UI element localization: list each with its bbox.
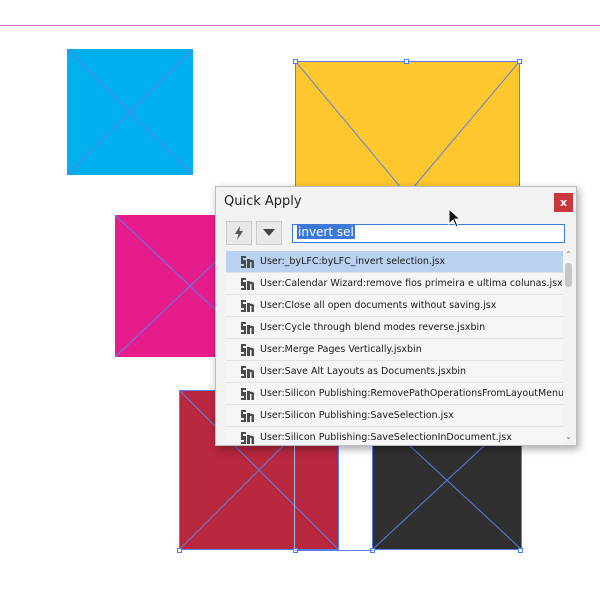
list-item-label: User:Save Alt Layouts as Documents.jsxbi… (260, 366, 467, 377)
list-item[interactable]: User:Silicon Publishing:SaveSelectionInD… (226, 427, 563, 445)
bolt-icon (235, 226, 243, 240)
yellow-frame[interactable] (295, 61, 520, 196)
list-item-label: User:Close all open documents without sa… (260, 300, 497, 311)
script-icon (241, 365, 254, 378)
list-item-label: User:Cycle through blend modes reverse.j… (260, 322, 486, 333)
script-icon (241, 431, 254, 444)
selection-handle[interactable] (518, 548, 523, 553)
selection-handle[interactable] (177, 548, 182, 553)
selection-handle[interactable] (293, 59, 298, 64)
bolt-button[interactable] (226, 221, 252, 245)
margin-guide (0, 25, 600, 26)
dark-frame[interactable] (372, 440, 522, 550)
triangle-down-icon (263, 229, 275, 236)
list-item[interactable]: User:Calendar Wizard:remove fios primeir… (226, 273, 563, 295)
script-icon (241, 321, 254, 334)
cyan-frame[interactable] (67, 49, 193, 175)
list-item-label: User:_byLFC:byLFC_invert selection.jsx (260, 256, 446, 267)
results-list: User:_byLFC:byLFC_invert selection.jsx U… (226, 251, 563, 445)
scroll-up-icon[interactable]: ⌃ (564, 251, 573, 259)
list-item[interactable]: User:Silicon Publishing:SaveSelection.js… (226, 405, 563, 427)
list-item[interactable]: User:_byLFC:byLFC_invert selection.jsx (226, 251, 563, 273)
search-value: invert sel (297, 225, 355, 239)
quick-apply-dialog: Quick Apply x invert sel User:_byLFC:byL… (215, 186, 577, 446)
selection-handle[interactable] (404, 59, 409, 64)
scroll-down-icon[interactable]: ⌄ (564, 433, 573, 441)
list-item[interactable]: User:Close all open documents without sa… (226, 295, 563, 317)
script-icon (241, 409, 254, 422)
list-item[interactable]: User:Silicon Publishing:RemovePathOperat… (226, 383, 563, 405)
search-input[interactable]: invert sel (292, 224, 565, 243)
script-icon (241, 277, 254, 290)
list-item-label: User:Silicon Publishing:SaveSelectionInD… (260, 432, 512, 443)
list-item[interactable]: User:Save Alt Layouts as Documents.jsxbi… (226, 361, 563, 383)
selection-handle[interactable] (517, 59, 522, 64)
list-item-label: User:Merge Pages Vertically.jsxbin (260, 344, 422, 355)
list-item-label: User:Silicon Publishing:SaveSelection.js… (260, 410, 454, 421)
options-dropdown-button[interactable] (256, 221, 282, 245)
list-scrollbar[interactable]: ⌃ ⌄ (563, 251, 574, 441)
list-item-label: User:Silicon Publishing:RemovePathOperat… (260, 388, 563, 399)
close-button[interactable]: x (554, 193, 573, 212)
mouse-cursor-icon (448, 208, 462, 228)
script-icon (241, 255, 254, 268)
script-icon (241, 299, 254, 312)
dialog-title: Quick Apply (224, 194, 302, 209)
selection-edge (295, 550, 373, 551)
list-item[interactable]: User:Merge Pages Vertically.jsxbin (226, 339, 563, 361)
magenta-frame[interactable] (115, 215, 225, 357)
script-icon (241, 387, 254, 400)
list-item[interactable]: User:Cycle through blend modes reverse.j… (226, 317, 563, 339)
list-item-label: User:Calendar Wizard:remove fios primeir… (260, 278, 563, 289)
scroll-thumb[interactable] (565, 263, 572, 287)
script-icon (241, 343, 254, 356)
